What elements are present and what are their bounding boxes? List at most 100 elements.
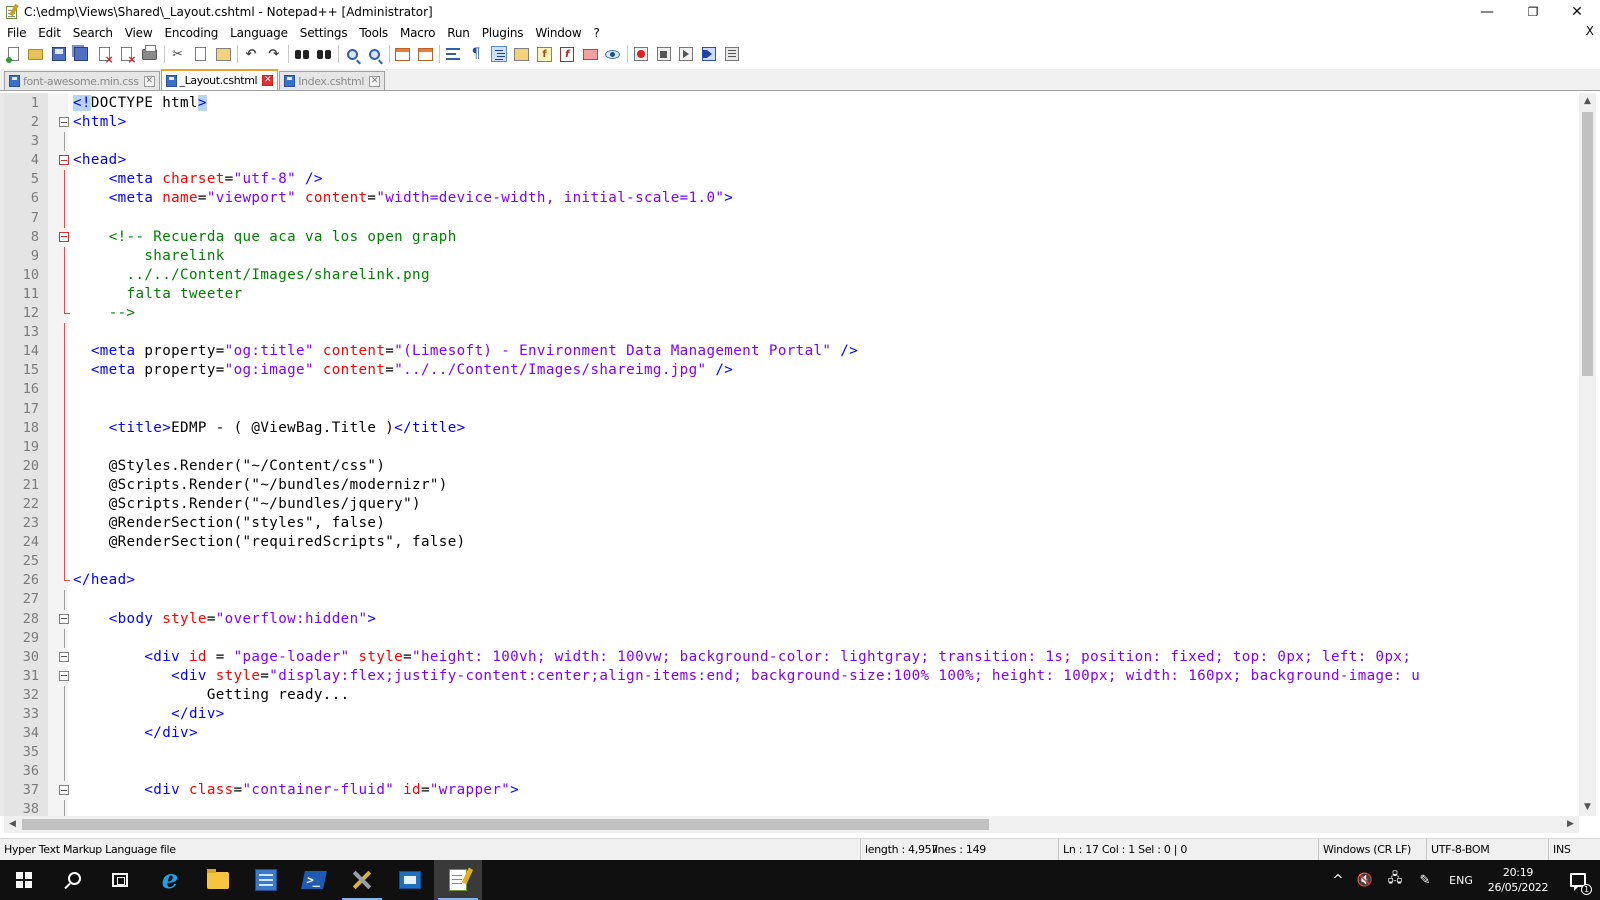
menu-plugins[interactable]: Plugins bbox=[476, 26, 530, 40]
code-line[interactable]: 32 Getting ready... bbox=[4, 685, 1580, 705]
monitoring-icon[interactable] bbox=[604, 45, 622, 63]
status-position[interactable]: Ln : 17 Col : 1 Sel : 0 | 0 bbox=[1058, 839, 1318, 861]
word-wrap-icon[interactable] bbox=[444, 45, 462, 63]
open-file-icon[interactable] bbox=[27, 45, 45, 63]
fold-toggle-icon[interactable] bbox=[59, 155, 69, 166]
action-center-button[interactable]: 1 bbox=[1556, 860, 1600, 900]
code-line[interactable]: 18 <title>EDMP - ( @ViewBag.Title )</tit… bbox=[4, 418, 1580, 438]
scroll-up-icon[interactable]: ▲ bbox=[1579, 93, 1596, 110]
network-button[interactable]: 🖧 bbox=[1382, 860, 1408, 900]
tab-layout-cshtml[interactable]: _Layout.cshtml ✕ bbox=[160, 69, 279, 90]
code-line[interactable]: 22 @Scripts.Render("~/bundles/jquery") bbox=[4, 494, 1580, 515]
close-document-button[interactable]: X bbox=[1586, 24, 1594, 38]
vertical-scroll-thumb[interactable] bbox=[1582, 112, 1593, 376]
code-line[interactable]: 17 bbox=[4, 399, 1580, 419]
fold-toggle-icon[interactable] bbox=[59, 231, 69, 242]
code-line[interactable]: 11 falta tweeter bbox=[4, 284, 1580, 305]
save-icon[interactable] bbox=[50, 45, 68, 63]
code-line[interactable]: 6 <meta name="viewport" content="width=d… bbox=[4, 189, 1580, 209]
menu-run[interactable]: Run bbox=[441, 26, 475, 40]
print-icon[interactable] bbox=[141, 44, 159, 63]
folder-as-workspace-icon[interactable]: f bbox=[558, 45, 576, 63]
menu-settings[interactable]: Settings bbox=[294, 26, 354, 40]
menu-encoding[interactable]: Encoding bbox=[158, 26, 224, 40]
code-line[interactable]: 28 <body style="overflow:hidden"> bbox=[4, 610, 1580, 629]
code-line[interactable]: 16 bbox=[4, 380, 1580, 400]
close-all-icon[interactable] bbox=[118, 45, 136, 66]
copy-icon[interactable] bbox=[191, 45, 209, 63]
fold-toggle-icon[interactable] bbox=[59, 785, 69, 796]
minimize-button[interactable]: — bbox=[1464, 0, 1510, 23]
code-line[interactable]: 12 --> bbox=[4, 304, 1580, 323]
code-line[interactable]: 37 <div class="container-fluid" id="wrap… bbox=[4, 781, 1580, 800]
menu-language[interactable]: Language bbox=[224, 26, 294, 40]
code-line[interactable]: 35 bbox=[4, 743, 1580, 763]
code-line[interactable]: 19 bbox=[4, 437, 1580, 457]
code-line[interactable]: 2 <html> bbox=[4, 113, 1580, 132]
tab-close-icon[interactable]: ✕ bbox=[262, 75, 274, 86]
code-line[interactable]: 24 @RenderSection("requiredScripts", fal… bbox=[4, 533, 1580, 553]
code-line[interactable]: 20 @Styles.Render("~/Content/css") bbox=[4, 456, 1580, 476]
undo-icon[interactable]: ↶ bbox=[242, 45, 260, 63]
tab-index-cshtml[interactable]: Index.cshtml ✕ bbox=[279, 71, 386, 90]
fold-toggle-icon[interactable] bbox=[59, 613, 69, 624]
menu-view[interactable]: View bbox=[119, 26, 159, 40]
zoom-out-icon[interactable] bbox=[366, 45, 384, 63]
find-icon[interactable] bbox=[293, 45, 311, 63]
task-view-button[interactable] bbox=[96, 860, 144, 900]
doc-map-icon[interactable] bbox=[513, 45, 531, 63]
redo-icon[interactable]: ↷ bbox=[265, 45, 283, 63]
new-file-icon[interactable] bbox=[4, 45, 22, 63]
function-list-icon[interactable]: f bbox=[536, 45, 554, 63]
pen-button[interactable]: ✎ bbox=[1412, 860, 1438, 900]
tab-close-icon[interactable]: ✕ bbox=[143, 75, 155, 87]
sync-vertical-icon[interactable] bbox=[394, 45, 412, 63]
notepad-plus-plus-taskbar-button[interactable] bbox=[434, 860, 482, 900]
code-line[interactable]: 29 bbox=[4, 628, 1580, 648]
show-hidden-icons-button[interactable]: ^ bbox=[1328, 860, 1348, 900]
horizontal-scroll-thumb[interactable] bbox=[22, 819, 989, 830]
code-line[interactable]: 33 </div> bbox=[4, 705, 1580, 725]
code-line[interactable]: 27 bbox=[4, 590, 1580, 610]
scroll-right-icon[interactable]: ▶ bbox=[1562, 816, 1579, 833]
horizontal-scrollbar[interactable]: ◀ ▶ bbox=[4, 816, 1579, 833]
code-line[interactable]: 26 </head> bbox=[4, 571, 1580, 590]
run-macro-multiple-icon[interactable] bbox=[700, 45, 718, 63]
fold-toggle-icon[interactable] bbox=[59, 117, 69, 128]
code-line[interactable]: 5 <meta charset="utf-8" /> bbox=[4, 170, 1580, 190]
cut-icon[interactable]: ✂ bbox=[169, 45, 187, 63]
code-line[interactable]: 23 @RenderSection("styles", false) bbox=[4, 514, 1580, 534]
tab-close-icon[interactable]: ✕ bbox=[369, 75, 381, 87]
code-line[interactable]: 7 bbox=[4, 208, 1580, 228]
paste-icon[interactable] bbox=[214, 45, 232, 63]
restore-button[interactable]: ❐ bbox=[1510, 0, 1556, 23]
code-line[interactable]: 3 bbox=[4, 132, 1580, 152]
save-macro-icon[interactable] bbox=[723, 45, 741, 63]
code-line[interactable]: 1 <!DOCTYPE html> bbox=[4, 94, 1580, 113]
code-line[interactable]: 9 sharelink bbox=[4, 246, 1580, 266]
code-line[interactable]: 13 bbox=[4, 323, 1580, 343]
save-all-icon[interactable] bbox=[72, 45, 90, 63]
code-line[interactable]: 15 <meta property="og:image" content="..… bbox=[4, 361, 1580, 381]
code-line[interactable]: 25 bbox=[4, 552, 1580, 572]
code-line[interactable]: 14 <meta property="og:title" content="(L… bbox=[4, 342, 1580, 362]
scroll-left-icon[interactable]: ◀ bbox=[4, 816, 21, 833]
volume-button[interactable]: 🔇 bbox=[1352, 860, 1378, 900]
server-manager-button[interactable] bbox=[242, 860, 290, 900]
code-line[interactable]: 21 @Scripts.Render("~/bundles/modernizr"… bbox=[4, 475, 1580, 495]
remote-desktop-button[interactable] bbox=[386, 860, 434, 900]
language-indicator[interactable]: ENG bbox=[1442, 860, 1480, 900]
sync-horizontal-icon[interactable] bbox=[417, 45, 435, 63]
menu-tools[interactable]: Tools bbox=[353, 26, 394, 40]
menu-edit[interactable]: Edit bbox=[32, 26, 66, 40]
fold-toggle-icon[interactable] bbox=[59, 670, 69, 681]
record-macro-icon[interactable] bbox=[632, 45, 650, 63]
close-window-button[interactable]: ✕ bbox=[1554, 0, 1600, 23]
powershell-button[interactable]: >_ bbox=[290, 860, 338, 900]
folder-workspace-icon[interactable] bbox=[581, 45, 599, 63]
scroll-down-icon[interactable]: ▼ bbox=[1579, 799, 1596, 816]
vertical-scrollbar[interactable]: ▲ ▼ bbox=[1579, 93, 1596, 816]
clock[interactable]: 20:19 26/05/2022 bbox=[1484, 860, 1552, 900]
code-line[interactable]: 4 <head> bbox=[4, 151, 1580, 170]
code-line[interactable]: 31 <div style="display:flex;justify-cont… bbox=[4, 667, 1580, 686]
